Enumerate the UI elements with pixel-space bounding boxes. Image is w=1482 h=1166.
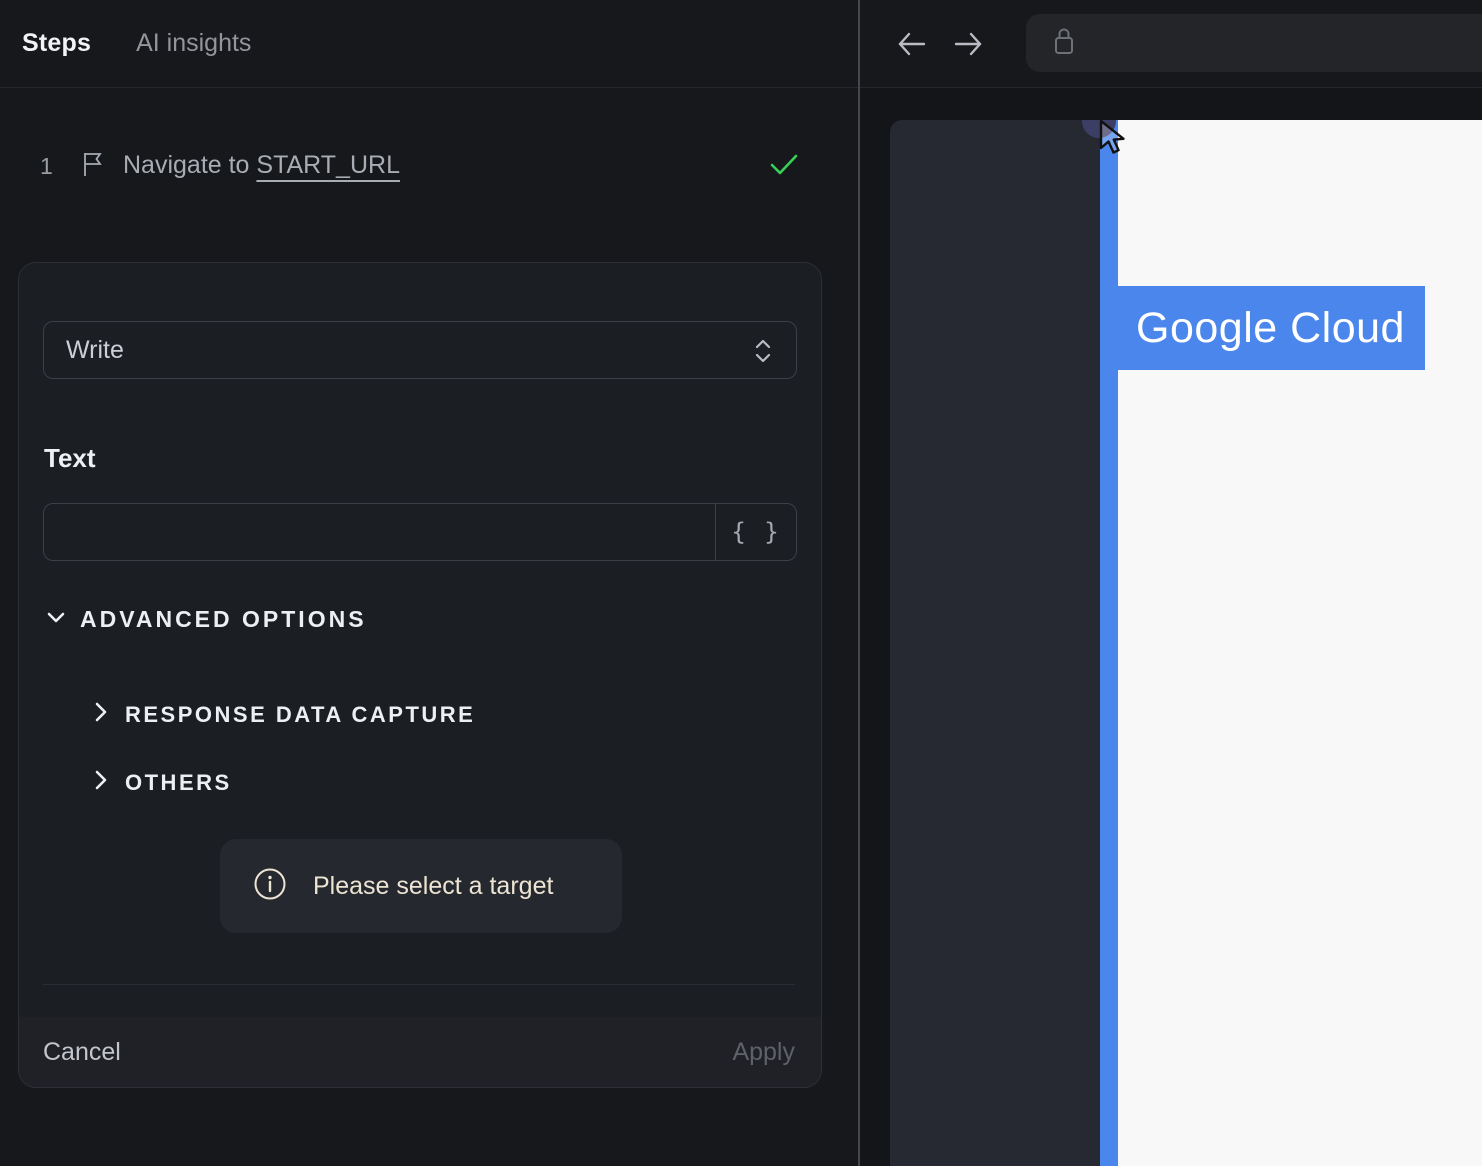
step-target-link: START_URL — [256, 151, 400, 179]
back-arrow-icon[interactable] — [894, 28, 930, 65]
flag-icon — [80, 150, 106, 183]
info-icon — [253, 867, 287, 906]
browser-toolbar — [860, 0, 1482, 88]
response-data-capture-label: RESPONSE DATA CAPTURE — [125, 701, 476, 727]
select-target-hint: Please select a target — [220, 839, 622, 933]
url-bar[interactable] — [1026, 14, 1482, 72]
success-check-icon — [768, 151, 800, 184]
page-content-area — [1118, 120, 1482, 1166]
chevron-down-icon — [44, 605, 68, 634]
insert-variable-button[interactable]: { } — [715, 504, 796, 560]
step-row[interactable]: 1 Navigate to START_URL — [0, 140, 858, 196]
others-toggle[interactable]: OTHERS — [91, 767, 232, 798]
step-number: 1 — [40, 153, 53, 179]
footer-divider — [43, 984, 795, 985]
response-data-capture-toggle[interactable]: RESPONSE DATA CAPTURE — [91, 699, 475, 730]
lock-icon — [1052, 26, 1076, 61]
editor-footer: Cancel Apply — [19, 1017, 821, 1087]
step-description[interactable]: Navigate to START_URL — [123, 151, 400, 180]
cursor-icon — [1097, 120, 1139, 168]
cancel-button[interactable]: Cancel — [43, 1038, 121, 1067]
chevron-right-icon — [91, 767, 111, 798]
action-type-value: Write — [66, 335, 124, 364]
page-banner-text: Google Cloud — [1136, 303, 1405, 352]
selection-highlight-stripe — [1100, 120, 1118, 1166]
browser-preview-panel: Google Cloud — [860, 0, 1482, 1166]
advanced-options-label: ADVANCED OPTIONS — [80, 606, 367, 632]
chevron-right-icon — [91, 699, 111, 730]
hint-text: Please select a target — [313, 871, 554, 900]
step-editor-card: Write Text { } ADVANCED OPTIONS RESPONSE… — [18, 262, 822, 1088]
tab-steps[interactable]: Steps — [22, 29, 91, 58]
text-field-label: Text — [44, 443, 96, 473]
unfold-chevrons-icon — [752, 337, 774, 370]
panel-header: Steps AI insights — [0, 0, 858, 88]
action-type-select[interactable]: Write — [43, 321, 797, 379]
selected-element-highlight[interactable]: Google Cloud — [1117, 286, 1425, 370]
forward-arrow-icon[interactable] — [950, 28, 986, 65]
steps-panel: Steps AI insights 1 Navigate to START_UR… — [0, 0, 858, 1166]
others-label: OTHERS — [125, 769, 232, 795]
page-dark-sidebar — [890, 120, 1100, 1166]
page-viewport[interactable]: Google Cloud — [890, 120, 1482, 1166]
advanced-options-toggle[interactable]: ADVANCED OPTIONS — [44, 605, 367, 634]
apply-button[interactable]: Apply — [732, 1038, 795, 1067]
text-input-group: { } — [43, 503, 797, 561]
text-input[interactable] — [44, 504, 715, 560]
tab-ai-insights[interactable]: AI insights — [136, 29, 251, 58]
